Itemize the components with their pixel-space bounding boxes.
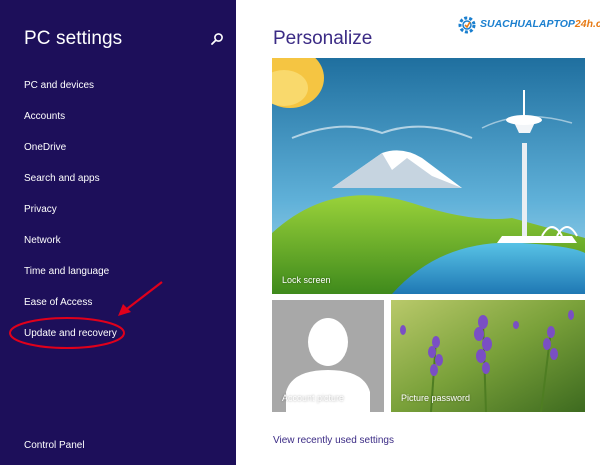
page-title: Personalize <box>273 28 373 49</box>
lock-screen-label: Lock screen <box>282 275 331 285</box>
account-picture-label: Account picture <box>282 393 345 403</box>
sidebar-title: PC settings <box>24 28 123 49</box>
personalize-panel: Personalize SUACHUALAPTOP24h.com <box>236 0 600 465</box>
picture-password-label: Picture password <box>401 393 471 403</box>
watermark-text: SUACHUALAPTOP24h.com <box>480 18 600 30</box>
sidebar-item-onedrive[interactable]: OneDrive <box>24 141 66 155</box>
gear-icon <box>458 16 476 34</box>
sidebar-item-update-and-recovery[interactable]: Update and recovery <box>24 327 117 341</box>
lock-screen-tile[interactable]: Lock screen <box>272 58 585 294</box>
sidebar-item-privacy[interactable]: Privacy <box>24 203 57 217</box>
search-icon[interactable] <box>210 32 224 46</box>
sidebar-item-network[interactable]: Network <box>24 234 61 248</box>
watermark-text-accent: 24h.com <box>574 18 600 30</box>
sidebar-item-pc-and-devices[interactable]: PC and devices <box>24 79 94 93</box>
sidebar-item-accounts[interactable]: Accounts <box>24 110 65 124</box>
sidebar-item-search-and-apps[interactable]: Search and apps <box>24 172 100 186</box>
view-recent-settings-link[interactable]: View recently used settings <box>273 435 394 446</box>
watermark-text-main: SUACHUALAPTOP <box>480 18 575 30</box>
account-picture-tile[interactable]: Account picture <box>272 300 384 412</box>
settings-sidebar: PC settings PC and devices Accounts OneD… <box>0 0 236 465</box>
watermark-logo: SUACHUALAPTOP24h.com <box>456 14 600 38</box>
control-panel-link[interactable]: Control Panel <box>24 440 85 451</box>
sidebar-item-time-and-language[interactable]: Time and language <box>24 265 109 279</box>
lock-screen-image <box>272 58 585 294</box>
picture-password-tile[interactable]: Picture password <box>391 300 585 412</box>
sidebar-item-ease-of-access[interactable]: Ease of Access <box>24 296 92 310</box>
